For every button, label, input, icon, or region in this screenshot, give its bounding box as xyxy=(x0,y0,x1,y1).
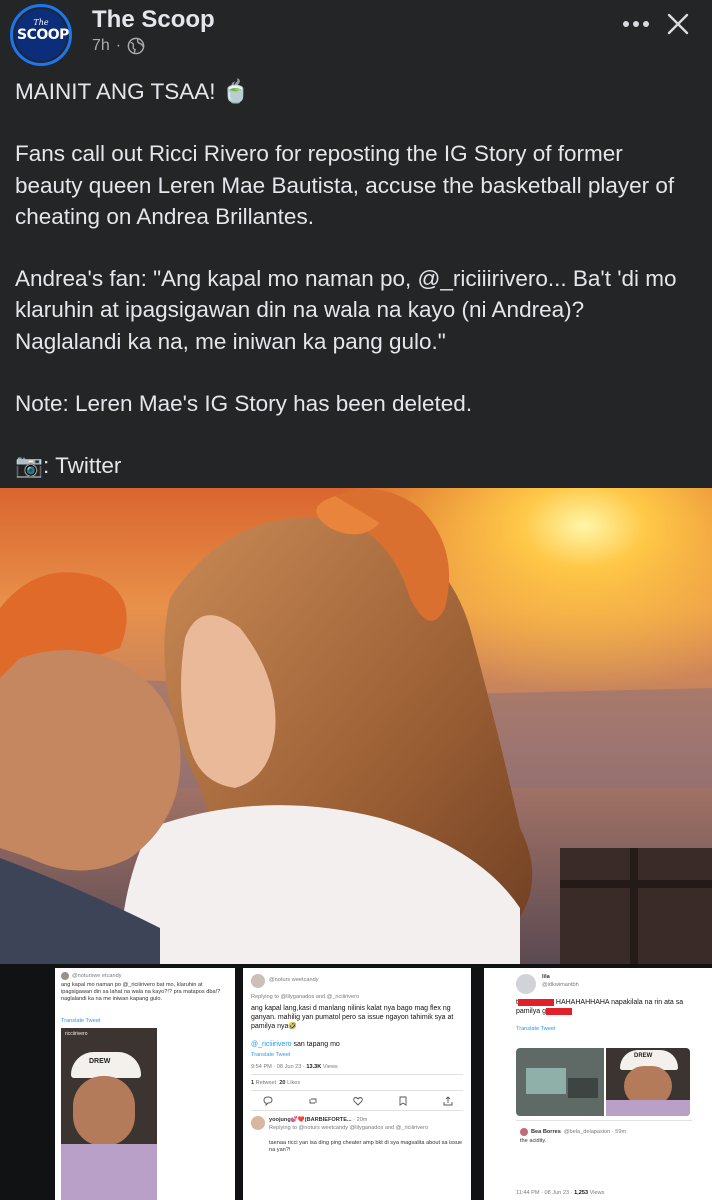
avatar xyxy=(61,972,69,980)
room-photo xyxy=(516,1048,604,1116)
selfie-photo: DREW xyxy=(606,1048,690,1116)
tweet-mention-line: @_riciiirivero san tapang mo xyxy=(251,1040,463,1049)
globe-icon xyxy=(127,37,145,55)
translate-link[interactable]: Translate Tweet xyxy=(516,1026,556,1033)
ig-story-image: ricciirivero DREW xyxy=(61,1028,157,1200)
redaction-bar xyxy=(545,1007,572,1015)
logo-top-text: The xyxy=(33,18,49,27)
avatar xyxy=(251,1116,265,1130)
mention-suffix: san tapang mo xyxy=(291,1041,340,1048)
engagement-stats: 1 Retweet 20 Likes xyxy=(251,1080,300,1087)
tweet-handle: @noturs weetcandy xyxy=(269,977,319,983)
tweet-screenshot-1[interactable]: @noturswe etcandy ang kapal mo naman po … xyxy=(55,968,235,1200)
reply-body: the acidity. xyxy=(520,1138,547,1144)
more-dot xyxy=(633,21,639,27)
reply-replying-to: Replying to @noturs weetcandy @lilyganad… xyxy=(269,1125,429,1131)
meta-separator: · xyxy=(115,37,122,54)
redaction-bar xyxy=(517,998,554,1006)
reply-handle: @bela_delapasion · 59m xyxy=(563,1128,627,1135)
couple-sunset-photo xyxy=(0,488,712,964)
table xyxy=(568,1078,598,1098)
tweet-body: ang kapal lang,kasi d manlang nilinis ka… xyxy=(251,1005,454,1030)
views-count: 1,253 xyxy=(574,1190,589,1196)
retweets-label: Retweet xyxy=(254,1080,277,1086)
post-header: The SCOOP The Scoop 7h · xyxy=(0,0,712,70)
quoted-reply-header: Bea Borres @bela_delapasion · 59m xyxy=(520,1128,626,1136)
cap-text: DREW xyxy=(89,1058,111,1065)
mention-link[interactable]: @_riciiirivero xyxy=(251,1041,292,1048)
translate-link[interactable]: Translate Tweet xyxy=(251,1052,291,1059)
more-dot xyxy=(643,21,649,27)
bookmark-icon[interactable] xyxy=(398,1096,408,1106)
logo-main-text: SCOOP xyxy=(17,27,69,43)
tweet-name: lila xyxy=(542,974,550,980)
post-photo-credit: 📷: Twitter xyxy=(15,453,122,479)
sofa xyxy=(526,1068,566,1094)
replying-to: Replying to @lilyganados and @_riciiiriv… xyxy=(251,994,360,1000)
face xyxy=(73,1076,135,1146)
reply-icon[interactable] xyxy=(263,1096,273,1106)
tweet-screenshot-3[interactable]: lila @idkwimantbh t HAHAHAHHAHA napakila… xyxy=(484,968,712,1200)
tweet-time: 9:54 PM · 08 Jun 23 · xyxy=(251,1064,305,1070)
avatar xyxy=(516,974,536,994)
white-cap xyxy=(71,1052,141,1078)
page-name-link[interactable]: The Scoop xyxy=(92,6,215,34)
reply-name: Bea Borres xyxy=(531,1128,561,1135)
views-label: Views xyxy=(588,1190,605,1196)
post-time[interactable]: 7h xyxy=(92,37,110,55)
post-paragraph: Note: Leren Mae's IG Story has been dele… xyxy=(15,390,473,416)
post-headline: MAINIT ANG TSAA! 🍵 xyxy=(15,79,250,104)
reply-body: taenaa ricci yan isa ding ping cheater a… xyxy=(269,1140,463,1153)
more-dot xyxy=(623,21,629,27)
purple-shirt xyxy=(606,1100,690,1116)
purple-shirt xyxy=(61,1144,157,1200)
divider xyxy=(251,1074,463,1075)
tweet-time: 11:44 PM · 08 Jun 23 · xyxy=(516,1190,573,1196)
post-meta: 7h · xyxy=(92,37,145,55)
like-icon[interactable] xyxy=(353,1096,363,1106)
likes-label: Likes xyxy=(285,1080,301,1086)
avatar xyxy=(520,1128,528,1136)
share-icon[interactable] xyxy=(443,1096,453,1106)
post-photo[interactable] xyxy=(0,488,712,964)
reply-name: yoojung💕❤️(BARBIEFORTE... xyxy=(269,1117,352,1123)
page-avatar[interactable]: The SCOOP xyxy=(10,4,72,66)
post-body: MAINIT ANG TSAA! 🍵 Fans call out Ricci R… xyxy=(15,76,695,482)
tweet-handle: @idkwimantbh xyxy=(542,982,579,988)
close-icon[interactable] xyxy=(664,10,692,38)
tweet-text: ang kapal mo naman po @_riciiirivero bat… xyxy=(61,982,221,1002)
avatar xyxy=(251,974,265,988)
cap-text: DREW xyxy=(634,1053,653,1059)
post-paragraph: Andrea's fan: "Ang kapal mo naman po, @_… xyxy=(15,266,677,354)
post-paragraph: Fans call out Ricci Rivero for reposting… xyxy=(15,141,675,229)
translate-link[interactable]: Translate Tweet xyxy=(61,1018,101,1025)
tweet-time-views: 11:44 PM · 08 Jun 23 · 1,253 Views xyxy=(516,1190,604,1197)
views-count: 13.3K xyxy=(306,1064,322,1070)
tweet-handle: @noturswe etcandy xyxy=(72,972,122,979)
more-options-button[interactable] xyxy=(620,12,652,36)
tweet-screenshot-2[interactable]: @noturs weetcandy Replying to @lilyganad… xyxy=(243,968,471,1200)
divider xyxy=(251,1110,463,1111)
tweet-actions xyxy=(263,1096,453,1106)
tweet-header: @noturswe etcandy xyxy=(61,972,122,980)
divider xyxy=(251,1090,463,1091)
reply-header: yoojung💕❤️(BARBIEFORTE... · 20m xyxy=(269,1117,367,1124)
tweet-time-views: 9:54 PM · 08 Jun 23 · 13.3K Views xyxy=(251,1064,338,1071)
story-user: ricciirivero xyxy=(65,1031,88,1037)
retweet-icon[interactable] xyxy=(308,1096,318,1106)
views-label: Views xyxy=(321,1064,338,1070)
divider xyxy=(516,1120,692,1121)
tweet-body: t HAHAHAHHAHA napakilala na rin ata sa p… xyxy=(516,998,696,1016)
reply-age: · 20m xyxy=(353,1117,368,1123)
